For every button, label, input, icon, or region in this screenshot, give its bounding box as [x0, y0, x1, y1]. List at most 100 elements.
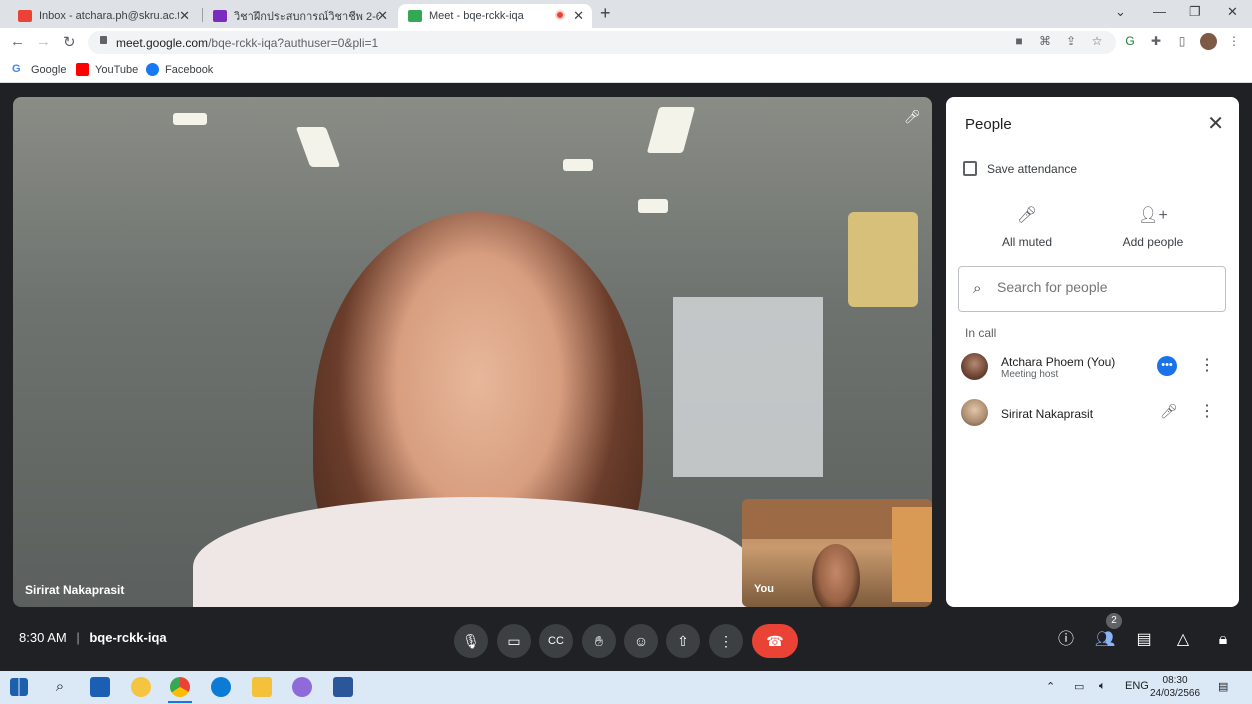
- meeting-details-icon[interactable]: ⓘ: [1055, 629, 1077, 651]
- people-icon[interactable]: 👥︎: [1094, 629, 1116, 651]
- word-icon[interactable]: [333, 677, 353, 697]
- search-input[interactable]: [997, 279, 1217, 295]
- chat-icon[interactable]: ▤: [1133, 629, 1155, 651]
- bookmark-facebook[interactable]: Facebook: [146, 63, 213, 76]
- close-tab-icon[interactable]: ✕: [377, 8, 388, 24]
- close-window-button[interactable]: ✕: [1227, 4, 1238, 20]
- ceiling-light: [563, 159, 593, 171]
- camera-icon[interactable]: ■: [1012, 34, 1026, 48]
- profile-avatar[interactable]: [1200, 33, 1217, 50]
- meet-stage: 🎤︎ Sirirat Nakaprasit You People ✕ Save …: [0, 84, 1252, 671]
- clock-time: 08:30: [1162, 675, 1188, 686]
- participant-row[interactable]: Atchara Phoem (You) Meeting host ••• ⋮: [960, 349, 1230, 385]
- search-people-box[interactable]: ⌕: [958, 266, 1226, 312]
- chrome-icon[interactable]: [170, 677, 190, 697]
- more-actions-icon[interactable]: •••: [1157, 356, 1177, 376]
- panel-title: People: [965, 116, 1012, 133]
- pinned-app-icon[interactable]: [131, 677, 151, 697]
- participant-count-badge: 2: [1106, 613, 1122, 629]
- participant-row[interactable]: Sirirat Nakaprasit 🎤︎ ⋮: [960, 395, 1230, 431]
- system-clock[interactable]: 08:30 24/03/2566: [1150, 674, 1200, 700]
- windows-start-icon[interactable]: [10, 678, 28, 696]
- present-screen-button[interactable]: ⇧: [666, 624, 700, 658]
- save-attendance-button[interactable]: Save attendance: [963, 161, 1077, 176]
- minimize-button[interactable]: —: [1153, 4, 1166, 19]
- meet-control-bar: 8:30 AM | bqe-rckk-iqa 🎙︎ ▭ CC ✋︎ ☺ ⇧ ⋮ …: [0, 607, 1252, 671]
- close-tab-icon[interactable]: ✕: [179, 8, 190, 24]
- microphone-button[interactable]: 🎙︎: [454, 624, 488, 658]
- tab-gmail[interactable]: Inbox - atchara.ph@skru.ac.th - s ✕: [8, 4, 198, 28]
- captions-button[interactable]: CC: [539, 624, 573, 658]
- back-icon[interactable]: ←: [10, 33, 25, 50]
- room-window: [892, 507, 932, 602]
- add-people-button[interactable]: 👤︎+ Add people: [1103, 205, 1203, 249]
- add-people-label: Add people: [1122, 235, 1184, 249]
- new-tab-button[interactable]: +: [600, 3, 611, 24]
- tab-search-icon[interactable]: ⌄: [1115, 4, 1126, 20]
- url-text: meet.google.com/bqe-rckk-iqa?authuser=0&…: [116, 36, 378, 50]
- gmail-icon: [18, 10, 32, 22]
- bookmarks-bar: G Google YouTube Facebook: [0, 57, 1252, 83]
- host-controls-icon[interactable]: 🔒︎: [1212, 629, 1234, 651]
- mic-off-icon[interactable]: 🎤︎: [1160, 403, 1178, 420]
- edge-icon[interactable]: [211, 677, 231, 697]
- bookmark-youtube[interactable]: YouTube: [76, 63, 138, 76]
- meeting-info: 8:30 AM | bqe-rckk-iqa: [19, 630, 167, 645]
- forward-icon[interactable]: →: [36, 33, 51, 50]
- participant-role: Meeting host: [1001, 369, 1059, 380]
- meeting-time: 8:30 AM: [19, 630, 67, 645]
- maximize-button[interactable]: ❐: [1189, 4, 1201, 20]
- store-icon[interactable]: [90, 677, 110, 697]
- camera-button[interactable]: ▭: [497, 624, 531, 658]
- emoji-button[interactable]: ☺: [624, 624, 658, 658]
- chrome-menu-icon[interactable]: ⋮: [1227, 34, 1241, 48]
- self-face: [812, 544, 860, 607]
- leave-call-button[interactable]: ☎︎: [752, 624, 798, 658]
- self-view-tile[interactable]: You: [742, 499, 932, 607]
- clock-date: 24/03/2566: [1150, 688, 1201, 699]
- avatar: [961, 399, 988, 426]
- divider: |: [76, 630, 80, 645]
- file-explorer-icon[interactable]: [252, 677, 272, 697]
- raise-hand-button[interactable]: ✋︎: [582, 624, 616, 658]
- tab-meet[interactable]: Meet - bqe-rckk-iqa ✕: [398, 4, 592, 28]
- language-indicator[interactable]: ENG: [1125, 680, 1149, 692]
- close-panel-icon[interactable]: ✕: [1207, 111, 1224, 136]
- kebab-menu-icon[interactable]: ⋮: [1199, 401, 1215, 421]
- show-hidden-icons[interactable]: ⌃: [1046, 680, 1055, 693]
- mute-all-button[interactable]: 🎤︎ All muted: [977, 205, 1077, 249]
- extension-icon[interactable]: G: [1123, 34, 1137, 48]
- ceiling-light: [173, 113, 207, 125]
- kebab-menu-icon[interactable]: ⋮: [1199, 355, 1215, 375]
- save-icon: [963, 161, 977, 176]
- address-bar[interactable]: meet.google.com/bqe-rckk-iqa?authuser=0&…: [88, 31, 1116, 54]
- add-person-icon: 👤︎+: [1138, 207, 1168, 224]
- main-video-tile[interactable]: 🎤︎ Sirirat Nakaprasit You: [13, 97, 932, 607]
- participant-shirt: [193, 497, 753, 607]
- reload-icon[interactable]: ↻: [63, 33, 76, 51]
- tab-label: วิชาฝึกประสบการณ์วิชาชีพ 2-65 กลุ่ม: [234, 11, 379, 23]
- extensions-puzzle-icon[interactable]: ✚: [1149, 34, 1163, 48]
- translate-icon[interactable]: ⌘: [1038, 34, 1052, 48]
- classroom-icon: [213, 10, 227, 22]
- mic-off-icon: 🎤︎: [904, 109, 921, 124]
- bookmark-label: Facebook: [165, 63, 214, 76]
- close-tab-icon[interactable]: ✕: [573, 8, 584, 24]
- search-icon[interactable]: ⌕: [50, 677, 70, 697]
- side-panel-icon[interactable]: ▯: [1175, 34, 1189, 48]
- activities-icon[interactable]: △: [1172, 629, 1194, 651]
- more-options-button[interactable]: ⋮: [709, 624, 743, 658]
- volume-icon[interactable]: 🔈︎: [1099, 680, 1106, 693]
- ceiling-light: [638, 199, 668, 213]
- notifications-icon[interactable]: ▤: [1218, 680, 1228, 693]
- bookmark-star-icon[interactable]: ☆: [1090, 34, 1104, 48]
- bookmark-google[interactable]: G Google: [12, 63, 66, 76]
- ceiling-light: [646, 107, 696, 153]
- scanner-device: [848, 212, 918, 307]
- save-attendance-label: Save attendance: [987, 161, 1078, 176]
- share-icon[interactable]: ⇪: [1064, 34, 1078, 48]
- bookmark-label: YouTube: [95, 63, 139, 76]
- pinned-app-icon[interactable]: [292, 677, 312, 697]
- battery-icon[interactable]: ▭: [1074, 680, 1084, 693]
- tab-classroom[interactable]: วิชาฝึกประสบการณ์วิชาชีพ 2-65 กลุ่ม ✕: [203, 4, 396, 28]
